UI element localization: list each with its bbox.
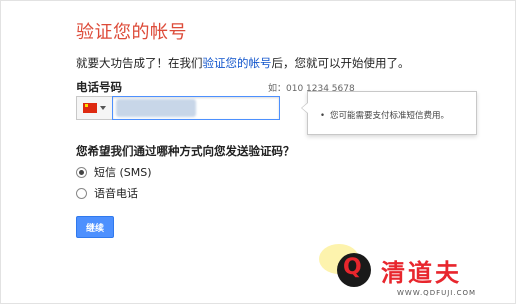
sms-fee-tooltip: • 您可能需要支付标准短信费用。 (301, 91, 477, 135)
country-select[interactable] (76, 96, 112, 120)
sms-label: 短信 (SMS) (94, 166, 152, 179)
chevron-down-icon (100, 106, 106, 110)
tooltip-text: 您可能需要支付标准短信费用。 (330, 111, 450, 121)
page-title: 验证您的帐号 (76, 22, 187, 43)
voice-call-radio[interactable] (76, 187, 87, 199)
watermark-url: WWW.QDFUJI.COM (397, 289, 477, 297)
intro-after: 后，您就可以开始使用了。 (271, 56, 410, 70)
sms-radio[interactable] (76, 166, 87, 178)
watermark-brand: 清道夫 (381, 259, 462, 287)
phone-field-row (76, 96, 280, 120)
intro-text: 就要大功告成了！在我们验证您的帐号后，您就可以开始使用了。 (76, 55, 410, 71)
option-voice-call[interactable]: 语音电话 (76, 185, 138, 201)
watermark-q-icon: Q (343, 255, 362, 280)
phone-label: 电话号码 (76, 80, 122, 94)
redacted-number-blur (116, 99, 196, 117)
china-flag-icon (83, 103, 97, 113)
verify-account-link[interactable]: 验证您的帐号 (203, 56, 272, 70)
intro-before: 就要大功告成了！在我们 (76, 56, 203, 70)
continue-button[interactable]: 继续 (76, 216, 114, 238)
option-sms[interactable]: 短信 (SMS) (76, 164, 152, 180)
delivery-method-question: 您希望我们通过哪种方式向您发送验证码？ (76, 144, 295, 158)
voice-call-label: 语音电话 (94, 187, 138, 200)
verification-page: 验证您的帐号 就要大功告成了！在我们验证您的帐号后，您就可以开始使用了。 电话号… (0, 0, 516, 304)
tooltip-bullet: • (320, 111, 326, 121)
